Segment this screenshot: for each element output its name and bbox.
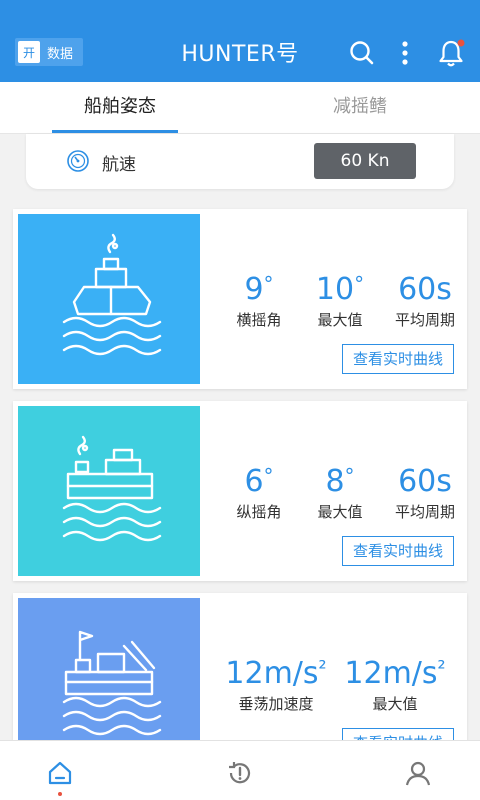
alert-history-icon[interactable]: [226, 759, 254, 787]
stat-label: 纵摇角: [236, 503, 282, 521]
stat-value: 10°: [315, 272, 365, 307]
ship-image-panel: [18, 214, 200, 384]
heave-stats: 12m/s² 垂荡加速度 12m/s² 最大值: [213, 656, 467, 714]
ship-bow-icon: [62, 233, 162, 356]
more-menu-icon[interactable]: [390, 38, 420, 68]
view-realtime-curve-button[interactable]: 查看实时曲线: [342, 344, 454, 374]
pitch-max: 8° 最大值: [297, 464, 383, 522]
home-icon[interactable]: [46, 759, 74, 787]
stat-label: 平均周期: [394, 503, 455, 521]
speedometer-icon: [66, 149, 90, 177]
stat-value: 9°: [244, 272, 274, 307]
stat-value: 60s: [398, 464, 452, 499]
roll-stats: 9° 横摇角 10° 最大值 60s 平均周期: [221, 272, 467, 330]
bottom-navigation: [0, 740, 480, 800]
speed-label: 航速: [102, 155, 136, 175]
stat-value: 12m/s²: [225, 656, 327, 691]
active-indicator-dot: [58, 792, 62, 796]
stat-label: 平均周期: [394, 311, 455, 329]
heave-acceleration: 12m/s² 垂荡加速度: [213, 656, 339, 714]
search-icon[interactable]: [347, 38, 377, 68]
user-icon[interactable]: [404, 759, 432, 787]
heave-max: 12m/s² 最大值: [339, 656, 451, 714]
speed-value: 60 Kn: [314, 143, 416, 179]
stat-label: 最大值: [317, 503, 363, 521]
pitch-period: 60s 平均周期: [383, 465, 467, 522]
cargo-ship-icon: [62, 435, 162, 542]
stat-value: 12m/s²: [344, 656, 446, 691]
speed-card: 航速 60 Kn: [26, 134, 454, 189]
stat-value: 60s: [398, 272, 452, 307]
app-bar: 开 数据 HUNTER号: [0, 0, 480, 82]
roll-angle: 9° 横摇角: [221, 272, 297, 330]
pitch-card: 6° 纵摇角 8° 最大值 60s 平均周期 查看实时曲线: [13, 401, 467, 581]
pitch-stats: 6° 纵摇角 8° 最大值 60s 平均周期: [221, 464, 467, 522]
stat-value: 6°: [244, 464, 274, 499]
stat-label: 最大值: [372, 695, 418, 713]
tab-fin-stabilizer[interactable]: 减摇鳍: [240, 82, 480, 133]
ship-image-panel: [18, 406, 200, 576]
stat-label: 垂荡加速度: [238, 695, 314, 713]
notification-bell-icon[interactable]: [436, 38, 466, 68]
roll-card: 9° 横摇角 10° 最大值 60s 平均周期 查看实时曲线: [13, 209, 467, 389]
stat-label: 横摇角: [236, 311, 282, 329]
tab-bar: 船舶姿态 减摇鳍: [0, 82, 480, 134]
stat-label: 最大值: [317, 311, 363, 329]
roll-max: 10° 最大值: [297, 272, 383, 330]
tab-ship-attitude[interactable]: 船舶姿态: [0, 82, 240, 133]
pitch-angle: 6° 纵摇角: [221, 464, 297, 522]
roll-period: 60s 平均周期: [383, 273, 467, 330]
stat-value: 8°: [325, 464, 355, 499]
view-realtime-curve-button[interactable]: 查看实时曲线: [342, 536, 454, 566]
